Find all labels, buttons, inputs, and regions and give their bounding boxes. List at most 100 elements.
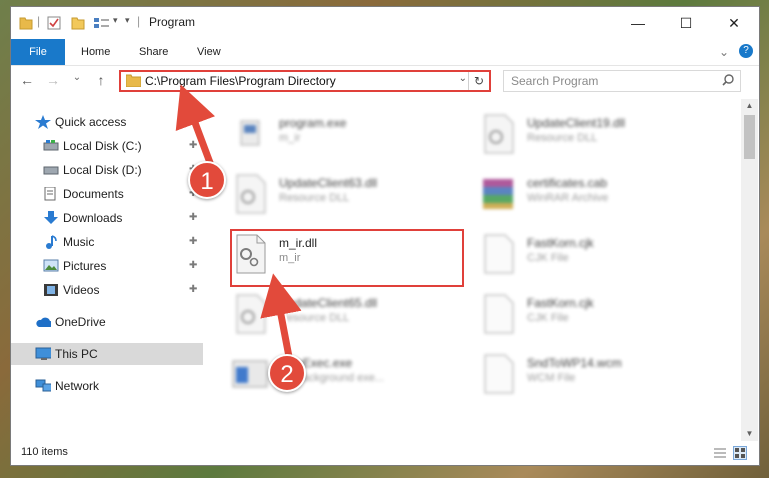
file-name: FastKorn.cjk (527, 236, 594, 250)
folder-icon (126, 74, 141, 87)
search-placeholder: Search Program (511, 74, 599, 88)
music-icon (46, 235, 57, 249)
sidebar-item-local-disk-d[interactable]: Local Disk (D:) ✚ (11, 159, 203, 181)
file-name: SndToWP14.wcm (527, 356, 622, 370)
download-icon (44, 211, 58, 224)
maximize-button[interactable]: ☐ (663, 7, 709, 39)
file-type: WCM File (527, 372, 576, 384)
pin-icon[interactable]: ✚ (189, 231, 197, 253)
sidebar-item-videos[interactable]: Videos ✚ (11, 279, 203, 301)
up-button[interactable]: ↑ (91, 72, 111, 90)
file-name: UpdateClient63.dll (279, 176, 378, 190)
ribbon: File Home Share View ⌄ ? (11, 39, 759, 66)
scroll-up-icon[interactable]: ▲ (741, 99, 758, 113)
sidebar-item-label: Local Disk (C:) (63, 139, 142, 153)
file-type: Resource DLL (279, 312, 350, 324)
file-type: Resource DLL (527, 132, 598, 144)
sidebar-item-label: Music (63, 235, 95, 249)
videos-icon (44, 284, 58, 296)
details-view-icon[interactable] (713, 446, 727, 460)
close-button[interactable]: ✕ (711, 7, 757, 39)
vertical-scrollbar[interactable]: ▲ ▼ (741, 99, 758, 441)
pin-icon[interactable]: ✚ (189, 255, 197, 277)
recent-locations-button[interactable]: ⌄ (67, 72, 87, 90)
list-item[interactable]: UpdateClient65.dll Resource DLL (227, 287, 467, 341)
pictures-icon (43, 259, 59, 272)
cloud-icon (36, 317, 51, 327)
sidebar-item-label: Documents (63, 187, 124, 201)
scroll-thumb[interactable] (744, 115, 755, 159)
search-icon (722, 74, 734, 86)
sidebar-item-label: Downloads (63, 211, 123, 225)
help-icon[interactable]: ? (739, 44, 753, 58)
properties-icon[interactable] (47, 15, 61, 31)
sidebar-item-label: Network (55, 379, 100, 393)
status-bar: 110 items (11, 441, 759, 465)
dll-icon (236, 294, 266, 334)
sidebar-item-label: Videos (63, 283, 100, 297)
sidebar-item-label: OneDrive (55, 315, 106, 329)
search-input[interactable]: Search Program (503, 70, 741, 92)
large-icons-view-icon[interactable] (733, 446, 747, 460)
dll-icon (484, 114, 514, 154)
sidebar-item-local-disk-c[interactable]: Local Disk (C:) ✚ (11, 135, 203, 157)
list-item[interactable]: SndToWP14.wcm WCM File (475, 347, 715, 401)
address-path: C:\Program Files\Program Directory (145, 74, 336, 88)
tab-share[interactable]: Share (139, 39, 168, 65)
scroll-down-icon[interactable]: ▼ (741, 427, 758, 441)
blank-file-icon (484, 294, 514, 334)
chevron-down-icon[interactable]: ⌄ (459, 73, 467, 84)
list-item[interactable]: UpdateClient19.dll Resource DLL (475, 107, 715, 161)
highlight-box (230, 229, 464, 287)
list-item[interactable]: FastKorn.cjk CJK File (475, 287, 715, 341)
list-item[interactable]: certificates.cab WinRAR Archive (475, 167, 715, 221)
sidebar-item-downloads[interactable]: Downloads ✚ (11, 207, 203, 229)
pin-icon[interactable]: ✚ (189, 279, 197, 301)
file-type: WinRAR Archive (527, 192, 609, 204)
tab-file[interactable]: File (11, 39, 65, 65)
sidebar-item-pictures[interactable]: Pictures ✚ (11, 255, 203, 277)
network-icon (35, 379, 51, 392)
back-button[interactable]: ← (17, 72, 37, 90)
tab-view[interactable]: View (197, 39, 221, 65)
file-type: CJK File (527, 252, 569, 264)
view-menu-icon[interactable] (93, 15, 111, 31)
file-name: UpdateClient65.dll (279, 296, 378, 310)
file-type: CJK File (527, 312, 569, 324)
sidebar-item-quick-access[interactable]: Quick access (11, 111, 203, 133)
expand-ribbon-icon[interactable]: ⌄ (719, 39, 729, 65)
exe-icon (240, 120, 260, 146)
minimize-button[interactable]: — (615, 7, 661, 39)
callout-badge-2: 2 (268, 354, 306, 392)
folder-icon[interactable] (19, 15, 33, 31)
address-bar[interactable]: C:\Program Files\Program Directory ⌄ ↻ (119, 70, 491, 92)
computer-icon (35, 347, 51, 360)
pin-icon[interactable]: ✚ (189, 207, 197, 229)
documents-icon (44, 187, 56, 201)
file-type: m_ir (279, 132, 301, 144)
toolbar-down-icon[interactable]: ▾ (125, 15, 130, 31)
list-item[interactable]: FastKorn.cjk CJK File (475, 227, 715, 281)
sidebar-item-this-pc[interactable]: This PC (11, 343, 203, 365)
pin-icon[interactable]: ✚ (189, 135, 197, 157)
winrar-icon (483, 179, 513, 209)
customize-toolbar-chevron-icon[interactable]: ▾ (113, 15, 118, 31)
sidebar-item-documents[interactable]: Documents ✚ (11, 183, 203, 205)
sidebar-item-network[interactable]: Network (11, 375, 203, 397)
list-item[interactable]: VideExec.exe EY background exe... (227, 347, 467, 401)
callout-badge-1: 1 (188, 161, 226, 199)
forward-button[interactable]: → (43, 72, 63, 90)
list-item[interactable]: program.exe m_ir (227, 107, 467, 161)
file-name: FastKorn.cjk (527, 296, 594, 310)
file-type: Resource DLL (279, 192, 350, 204)
list-item[interactable]: UpdateClient63.dll Resource DLL (227, 167, 467, 221)
explorer-window: | ▾ ▾ | Program — ☐ ✕ File Home Share Vi… (10, 6, 760, 466)
sidebar-item-music[interactable]: Music ✚ (11, 231, 203, 253)
new-folder-icon[interactable] (71, 15, 85, 31)
dll-icon (236, 174, 266, 214)
sidebar-item-onedrive[interactable]: OneDrive (11, 311, 203, 333)
blank-file-icon (484, 234, 514, 274)
drive-icon (43, 140, 59, 151)
tab-home[interactable]: Home (81, 39, 110, 65)
refresh-button[interactable]: ↻ (468, 72, 489, 90)
